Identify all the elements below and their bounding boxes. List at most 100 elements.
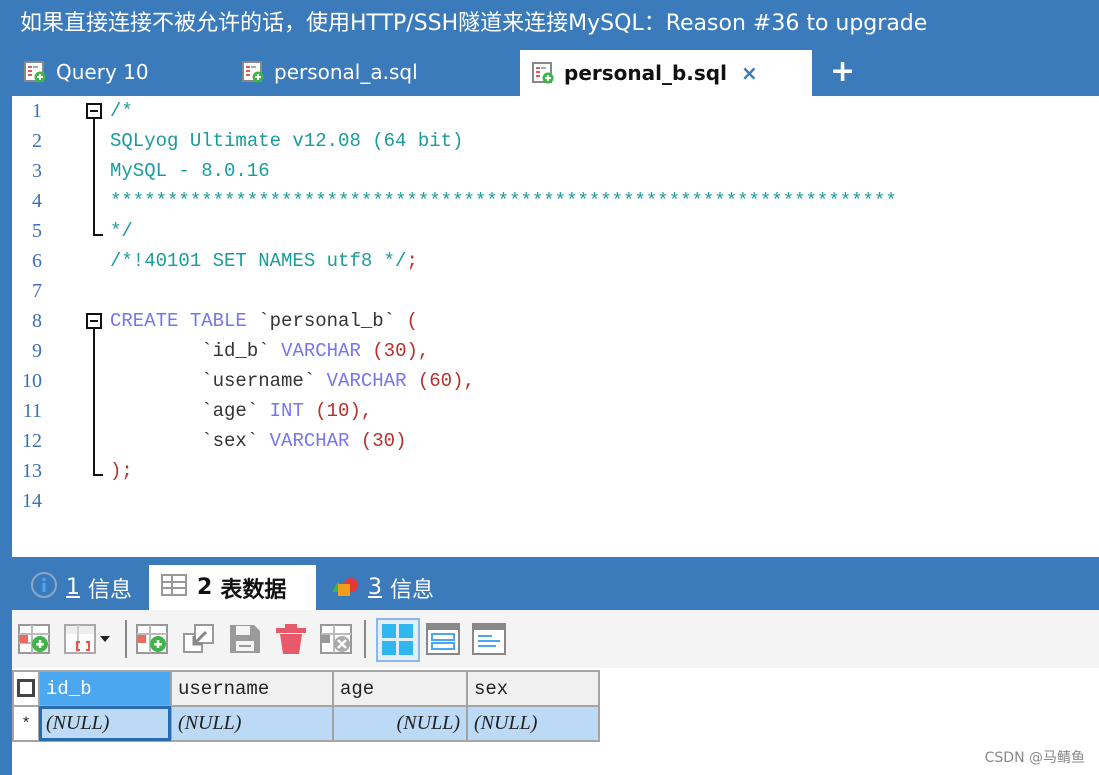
cancel-icon — [320, 624, 352, 654]
tab-number: 1 — [66, 575, 80, 600]
left-edge-bar — [0, 0, 12, 775]
cell-id-b[interactable]: (NULL) — [38, 705, 172, 742]
set-null-dropdown-button[interactable] — [64, 622, 114, 656]
code-line[interactable]: `id_b` VARCHAR (30), — [110, 336, 429, 366]
form-view-icon — [426, 623, 460, 655]
fold-guide — [93, 119, 95, 236]
code-token: `id_b` — [201, 340, 270, 362]
tab-label: personal_b.sql — [564, 61, 727, 85]
line-number: 9 — [32, 340, 42, 362]
delete-button[interactable] — [274, 622, 308, 656]
tab-messages-3[interactable]: 3 信息 — [326, 565, 438, 610]
line-number: 14 — [22, 490, 42, 512]
code-token: /*!40101 SET NAMES utf8 */ — [110, 250, 407, 272]
save-button[interactable] — [228, 622, 262, 656]
cell-username[interactable]: (NULL) — [170, 705, 334, 742]
select-all-checkbox[interactable] — [12, 670, 40, 707]
tab-label: personal_a.sql — [274, 60, 418, 84]
code-token: ****************************************… — [110, 190, 897, 212]
text-view-button[interactable] — [472, 622, 506, 656]
line-number: 6 — [32, 250, 42, 272]
sql-file-icon — [24, 61, 46, 83]
grid-header-row: id_b username age sex — [12, 670, 600, 707]
result-tabs-bar: 1 信息 2 表数据 3 信息 — [12, 557, 1099, 610]
code-line[interactable]: */ — [110, 216, 133, 246]
close-icon[interactable]: × — [741, 61, 758, 85]
line-number: 10 — [22, 370, 42, 392]
fold-toggle-comment[interactable] — [86, 103, 102, 119]
code-token: (60), — [417, 370, 475, 392]
column-header-sex[interactable]: sex — [466, 670, 600, 707]
sql-file-icon — [242, 61, 264, 83]
code-line[interactable]: /*!40101 SET NAMES utf8 */; — [110, 246, 418, 276]
upgrade-banner[interactable]: 如果直接连接不被允许的话，使用HTTP/SSH隧道来连接MySQL：Reason… — [12, 0, 1099, 48]
code-line[interactable]: MySQL - 8.0.16 — [110, 156, 270, 186]
new-tab-button[interactable]: + — [830, 48, 855, 96]
code-token: (30), — [372, 340, 430, 362]
tab-messages-1[interactable]: 1 信息 — [22, 565, 140, 610]
code-token: VARCHAR — [258, 430, 361, 452]
sql-editor[interactable]: 1 2 3 4 5 6 7 8 9 10 11 12 13 14 /* SQLyog Ultimate v1… — [12, 96, 1099, 556]
table-grid-icon — [161, 573, 187, 602]
code-line[interactable]: `sex` VARCHAR (30) — [110, 426, 406, 456]
revert-icon — [183, 624, 214, 653]
shapes-icon — [330, 572, 360, 604]
code-line[interactable]: `username` VARCHAR (60), — [110, 366, 475, 396]
line-number: 7 — [32, 280, 42, 302]
code-line[interactable]: /* — [110, 96, 133, 126]
code-token: (30) — [360, 430, 407, 452]
duplicate-row-button[interactable] — [136, 622, 170, 656]
revert-button[interactable] — [182, 622, 216, 656]
result-grid[interactable]: id_b username age sex * (NULL) (NULL) (N… — [12, 670, 600, 742]
cell-sex[interactable]: (NULL) — [466, 705, 600, 742]
save-icon — [230, 625, 260, 653]
code-token: ( — [395, 310, 418, 332]
line-number: 5 — [32, 220, 42, 242]
code-line[interactable]: SQLyog Ultimate v12.08 (64 bit) — [110, 126, 463, 156]
line-number: 1 — [32, 100, 42, 122]
tab-personal-a-sql[interactable]: personal_a.sql — [242, 48, 418, 96]
grid-view-button[interactable] — [376, 618, 420, 662]
fold-guide-end — [93, 474, 103, 476]
result-toolbar — [12, 610, 1099, 668]
duplicate-row-icon — [136, 624, 168, 654]
fold-guide — [93, 329, 95, 476]
query-tabs-bar: Query 10 personal_a.sql personal_b.sql ×… — [12, 48, 1099, 96]
checkbox-icon — [17, 679, 35, 698]
tab-label: 信息 — [390, 577, 435, 603]
code-token: `username` — [201, 370, 316, 392]
cancel-changes-button[interactable] — [320, 622, 354, 656]
cell-age[interactable]: (NULL) — [332, 705, 468, 742]
column-header-id-b[interactable]: id_b — [38, 670, 172, 707]
tab-label: Query 10 — [56, 60, 149, 84]
tab-query-10[interactable]: Query 10 — [24, 48, 149, 96]
fold-toggle-create-table[interactable] — [86, 313, 102, 329]
tab-table-data-2[interactable]: 2 表数据 — [149, 565, 316, 610]
watermark: CSDN @马鲭鱼 — [984, 750, 1085, 766]
code-line[interactable]: `age` INT (10), — [110, 396, 372, 426]
sqlyog-window: 如果直接连接不被允许的话，使用HTTP/SSH隧道来连接MySQL：Reason… — [0, 0, 1099, 775]
fold-guide-end — [93, 234, 103, 236]
line-number: 13 — [22, 460, 42, 482]
code-line[interactable]: CREATE TABLE `personal_b` ( — [110, 306, 418, 336]
column-header-age[interactable]: age — [332, 670, 468, 707]
sql-file-icon — [532, 62, 554, 84]
line-number: 12 — [22, 430, 42, 452]
column-header-username[interactable]: username — [170, 670, 334, 707]
insert-row-button[interactable] — [18, 622, 52, 656]
code-token: INT — [258, 400, 316, 422]
new-row-marker: * — [12, 705, 40, 742]
code-token: CREATE TABLE — [110, 310, 259, 332]
tab-personal-b-sql[interactable]: personal_b.sql × — [520, 50, 812, 96]
form-view-button[interactable] — [426, 622, 460, 656]
info-icon — [30, 571, 58, 605]
code-token: `personal_b` — [258, 310, 396, 332]
table-row[interactable]: * (NULL) (NULL) (NULL) (NULL) — [12, 705, 600, 742]
code-line[interactable]: ****************************************… — [110, 186, 897, 216]
code-line[interactable]: ); — [110, 456, 133, 486]
line-number: 8 — [32, 310, 42, 332]
